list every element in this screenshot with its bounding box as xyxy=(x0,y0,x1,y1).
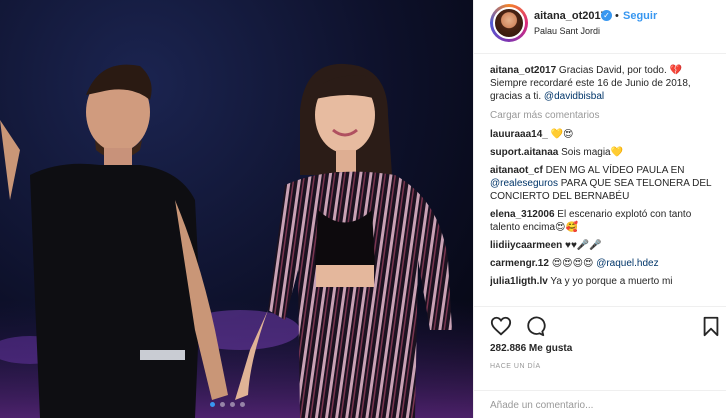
post-actions-bar: 282.886 Me gusta HACE UN DÍA xyxy=(474,306,726,390)
post-location[interactable]: Palau Sant Jordi xyxy=(534,26,600,36)
comment-username[interactable]: aitanaot_cf xyxy=(490,165,543,176)
comment-username[interactable]: suport.aitanaa xyxy=(490,147,558,158)
comment-item: suport.aitanaa Sois magia💛 xyxy=(490,146,718,159)
follow-button[interactable]: Seguir xyxy=(623,10,657,22)
avatar-story-ring[interactable] xyxy=(490,4,528,42)
likes-count[interactable]: 282.886 Me gusta xyxy=(490,343,572,354)
post-caption: aitana_ot2017 Gracias David, por todo. 💔… xyxy=(490,64,718,103)
comment-item: lauuraaa14_ 💛😍 xyxy=(490,128,718,141)
post-photo[interactable] xyxy=(0,0,473,418)
add-comment-section xyxy=(474,390,726,418)
comment-item: elena_312006 El escenario explotó con ta… xyxy=(490,208,718,234)
bookmark-icon[interactable] xyxy=(700,315,722,337)
comment-item: carmengr.12 😍😍😍😍 @raquel.hdez xyxy=(490,257,718,270)
comment-username[interactable]: julia1ligth.lv xyxy=(490,276,548,287)
comment-username[interactable]: lauuraaa14_ xyxy=(490,129,548,140)
avatar[interactable] xyxy=(493,7,525,39)
comment-text: 😍😍😍😍 xyxy=(548,258,597,269)
comment-text: DEN MG AL VÍDEO PAULA EN xyxy=(542,165,685,176)
comment-mention[interactable]: @realeseguros xyxy=(490,178,558,189)
carousel-indicator xyxy=(210,402,245,407)
verified-badge-icon: ✓ xyxy=(601,10,612,21)
carousel-dot-4 xyxy=(240,402,245,407)
carousel-dot-3 xyxy=(230,402,235,407)
post-side-panel: aitana_ot2017 ✓ • Seguir Palau Sant Jord… xyxy=(473,0,726,418)
heart-icon[interactable] xyxy=(490,315,512,337)
separator-dot: • xyxy=(615,10,619,22)
post-timestamp[interactable]: HACE UN DÍA xyxy=(490,363,541,370)
comment-input[interactable] xyxy=(490,397,710,413)
comment-username[interactable]: carmengr.12 xyxy=(490,258,549,269)
comment-mention[interactable]: @raquel.hdez xyxy=(596,258,658,269)
caption-mention[interactable]: @davidbisbal xyxy=(544,91,604,102)
post-header: aitana_ot2017 ✓ • Seguir Palau Sant Jord… xyxy=(474,0,726,54)
comment-item: aitanaot_cf DEN MG AL VÍDEO PAULA EN @re… xyxy=(490,164,718,203)
comment-text: ♥♥🎤🎤 xyxy=(562,240,602,251)
load-more-comments-link[interactable]: Cargar más comentarios xyxy=(490,109,718,122)
comment-text: Ya y yo porque a muerto mi xyxy=(547,276,673,287)
carousel-dot-2 xyxy=(220,402,225,407)
comment-text: 💛😍 xyxy=(547,129,574,140)
comment-username[interactable]: liidiiycaarmeen xyxy=(490,240,562,251)
comment-text: Sois magia💛 xyxy=(558,147,624,158)
post-username[interactable]: aitana_ot2017 xyxy=(534,10,607,22)
caption-username[interactable]: aitana_ot2017 xyxy=(490,65,556,76)
comment-item: julia1ligth.lv Ya y yo porque a muerto m… xyxy=(490,275,718,288)
comment-username[interactable]: elena_312006 xyxy=(490,209,555,220)
concert-photo-illustration xyxy=(0,63,473,418)
carousel-dot-1 xyxy=(210,402,215,407)
comment-bubble-icon[interactable] xyxy=(524,315,546,337)
comment-item: liidiiycaarmeen ♥♥🎤🎤 xyxy=(490,239,718,252)
comments-list[interactable]: aitana_ot2017 Gracias David, por todo. 💔… xyxy=(490,64,718,304)
